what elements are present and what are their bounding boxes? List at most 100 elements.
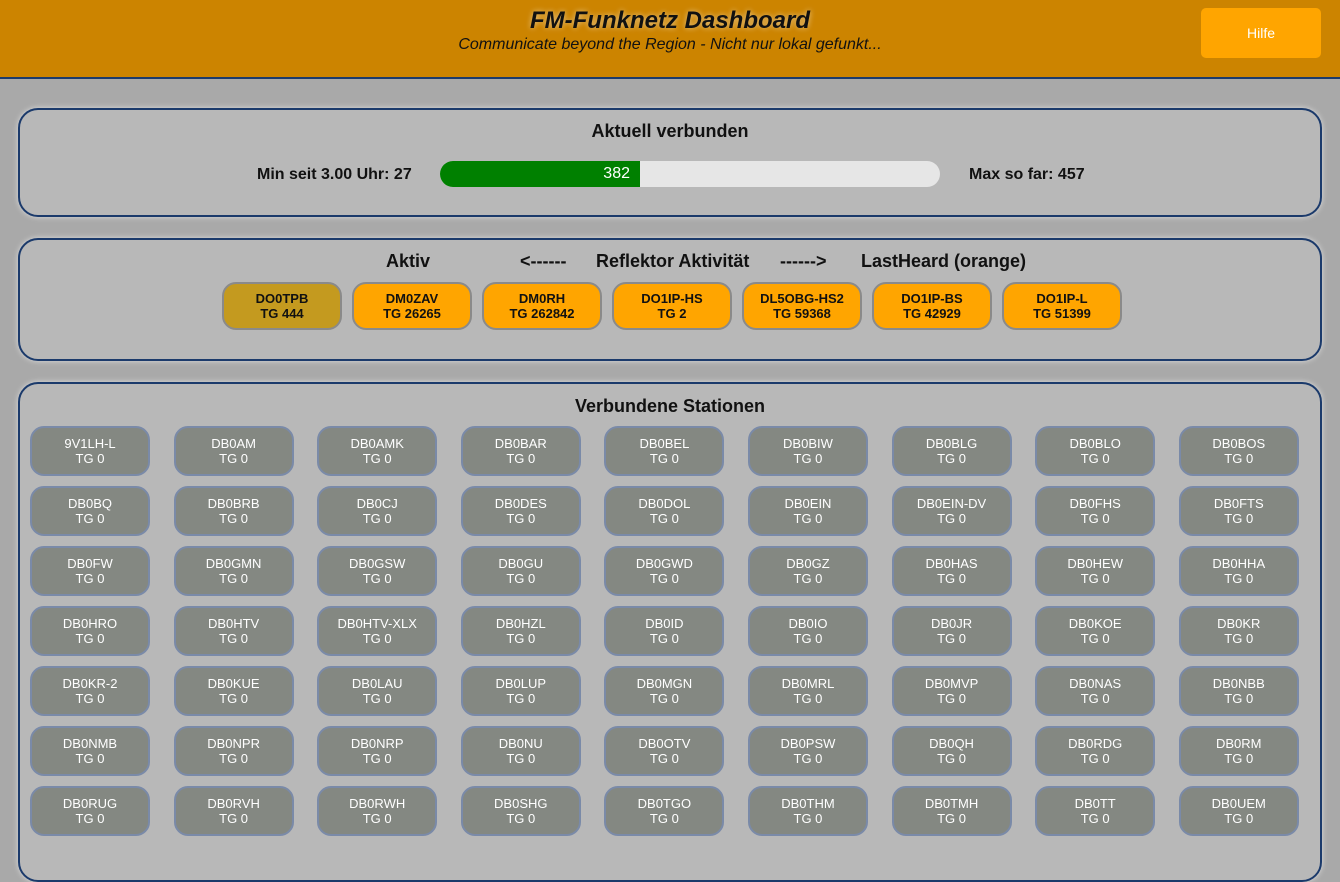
lastheard-station-chip[interactable]: DO1IP-HS TG 2 (612, 282, 732, 330)
station-callsign: DB0BAR (494, 436, 547, 451)
station-tile[interactable]: DB0MGN TG 0 (604, 666, 725, 716)
station-tile[interactable]: DB0BRB TG 0 (173, 486, 294, 536)
station-tile[interactable]: DB0NU TG 0 (460, 726, 581, 776)
station-tile[interactable]: DB0BOS TG 0 (1178, 426, 1299, 476)
station-talkgroup: TG 0 (937, 511, 967, 526)
chip-callsign: DO1IP-L (1036, 291, 1088, 306)
station-callsign: DB0BEL (639, 436, 690, 451)
station-tile[interactable]: DB0GU TG 0 (460, 546, 581, 596)
station-tile[interactable]: DB0BQ TG 0 (30, 486, 150, 536)
station-tile[interactable]: DB0BEL TG 0 (604, 426, 725, 476)
chip-talkgroup: TG 262842 (509, 306, 575, 321)
station-talkgroup: TG 0 (362, 631, 392, 646)
station-tile[interactable]: DB0CJ TG 0 (317, 486, 438, 536)
active-station-chip[interactable]: DO0TPB TG 444 (222, 282, 342, 330)
station-tile[interactable]: DB0NBB TG 0 (1178, 666, 1299, 716)
station-talkgroup: TG 0 (1080, 571, 1110, 586)
lastheard-station-chip[interactable]: DM0RH TG 262842 (482, 282, 602, 330)
station-tile[interactable]: DB0HHA TG 0 (1178, 546, 1299, 596)
station-tile[interactable]: DB0HTV-XLX TG 0 (317, 606, 438, 656)
station-callsign: DB0AMK (350, 436, 404, 451)
station-tile[interactable]: DB0AM TG 0 (173, 426, 294, 476)
station-tile[interactable]: DB0THM TG 0 (747, 786, 868, 836)
station-tile[interactable]: DB0HAS TG 0 (891, 546, 1012, 596)
station-talkgroup: TG 0 (75, 631, 105, 646)
station-tile[interactable]: DB0KR-2 TG 0 (30, 666, 150, 716)
station-tile[interactable]: DB0HZL TG 0 (460, 606, 581, 656)
station-talkgroup: TG 0 (75, 751, 105, 766)
station-tile[interactable]: DB0BAR TG 0 (460, 426, 581, 476)
station-talkgroup: TG 0 (649, 751, 679, 766)
station-tile[interactable]: DB0AMK TG 0 (317, 426, 438, 476)
station-tile[interactable]: DB0TT TG 0 (1035, 786, 1156, 836)
station-tile[interactable]: DB0MVP TG 0 (891, 666, 1012, 716)
lastheard-station-chip[interactable]: DO1IP-L TG 51399 (1002, 282, 1122, 330)
station-tile[interactable]: DB0OTV TG 0 (604, 726, 725, 776)
station-tile[interactable]: DB0RM TG 0 (1178, 726, 1299, 776)
station-tile[interactable]: DB0HEW TG 0 (1035, 546, 1156, 596)
station-tile[interactable]: DB0KUE TG 0 (173, 666, 294, 716)
station-tile[interactable]: DB0GMN TG 0 (173, 546, 294, 596)
station-tile[interactable]: DB0SHG TG 0 (460, 786, 581, 836)
station-tile[interactable]: DB0BLG TG 0 (891, 426, 1012, 476)
station-talkgroup: TG 0 (506, 571, 536, 586)
station-tile[interactable]: DB0BLO TG 0 (1035, 426, 1156, 476)
station-callsign: DB0MGN (636, 676, 693, 691)
station-tile[interactable]: DB0FTS TG 0 (1178, 486, 1299, 536)
station-callsign: DB0UEM (1211, 796, 1266, 811)
station-callsign: DB0BOS (1212, 436, 1266, 451)
lastheard-station-chip[interactable]: DM0ZAV TG 26265 (352, 282, 472, 330)
station-tile[interactable]: DB0NPR TG 0 (173, 726, 294, 776)
station-tile[interactable]: DB0HRO TG 0 (30, 606, 150, 656)
station-tile[interactable]: DB0RUG TG 0 (30, 786, 150, 836)
station-tile[interactable]: DB0ID TG 0 (604, 606, 725, 656)
station-tile[interactable]: DB0RDG TG 0 (1035, 726, 1156, 776)
station-tile[interactable]: DB0IO TG 0 (747, 606, 868, 656)
station-tile[interactable]: DB0RVH TG 0 (173, 786, 294, 836)
station-talkgroup: TG 0 (1080, 691, 1110, 706)
station-tile[interactable]: DB0KOE TG 0 (1035, 606, 1156, 656)
station-tile[interactable]: DB0EIN TG 0 (747, 486, 868, 536)
station-callsign: DB0DOL (638, 496, 691, 511)
station-tile[interactable]: DB0EIN-DV TG 0 (891, 486, 1012, 536)
station-callsign: DB0KOE (1068, 616, 1122, 631)
station-tile[interactable]: DB0KR TG 0 (1178, 606, 1299, 656)
station-tile[interactable]: DB0LAU TG 0 (317, 666, 438, 716)
station-tile[interactable]: DB0PSW TG 0 (747, 726, 868, 776)
lastheard-station-chip[interactable]: DL5OBG-HS2 TG 59368 (742, 282, 862, 330)
station-tile[interactable]: 9V1LH-L TG 0 (30, 426, 150, 476)
station-tile[interactable]: DB0QH TG 0 (891, 726, 1012, 776)
station-tile[interactable]: DB0JR TG 0 (891, 606, 1012, 656)
station-talkgroup: TG 0 (649, 811, 679, 826)
station-talkgroup: TG 0 (937, 451, 967, 466)
station-tile[interactable]: DB0TMH TG 0 (891, 786, 1012, 836)
station-tile[interactable]: DB0NMB TG 0 (30, 726, 150, 776)
station-tile[interactable]: DB0FHS TG 0 (1035, 486, 1156, 536)
station-grid: 9V1LH-L TG 0 DB0AM TG 0 DB0AMK TG 0 DB0BAR TG 0… (30, 426, 1299, 836)
station-tile[interactable]: DB0UEM TG 0 (1178, 786, 1299, 836)
station-tile[interactable]: DB0NRP TG 0 (317, 726, 438, 776)
station-talkgroup: TG 0 (937, 691, 967, 706)
station-tile[interactable]: DB0GZ TG 0 (747, 546, 868, 596)
station-tile[interactable]: DB0HTV TG 0 (173, 606, 294, 656)
station-tile[interactable]: DB0DOL TG 0 (604, 486, 725, 536)
station-callsign: DB0MVP (924, 676, 979, 691)
arrow-right-label: ------> (780, 251, 827, 271)
station-callsign: DB0LUP (495, 676, 547, 691)
station-tile[interactable]: DB0DES TG 0 (460, 486, 581, 536)
station-talkgroup: TG 0 (219, 451, 249, 466)
station-tile[interactable]: DB0MRL TG 0 (747, 666, 868, 716)
station-tile[interactable]: DB0GWD TG 0 (604, 546, 725, 596)
activity-chips: DO0TPB TG 444 DM0ZAV TG 26265 DM0RH TG 262842… (222, 282, 1122, 330)
lastheard-station-chip[interactable]: DO1IP-BS TG 42929 (872, 282, 992, 330)
station-tile[interactable]: DB0RWH TG 0 (317, 786, 438, 836)
chip-talkgroup: TG 42929 (903, 306, 961, 321)
station-callsign: DB0RVH (207, 796, 260, 811)
station-tile[interactable]: DB0GSW TG 0 (317, 546, 438, 596)
station-tile[interactable]: DB0FW TG 0 (30, 546, 150, 596)
station-tile[interactable]: DB0NAS TG 0 (1035, 666, 1156, 716)
station-tile[interactable]: DB0BIW TG 0 (747, 426, 868, 476)
station-tile[interactable]: DB0TGO TG 0 (604, 786, 725, 836)
station-tile[interactable]: DB0LUP TG 0 (460, 666, 581, 716)
help-button[interactable]: Hilfe (1201, 8, 1321, 58)
